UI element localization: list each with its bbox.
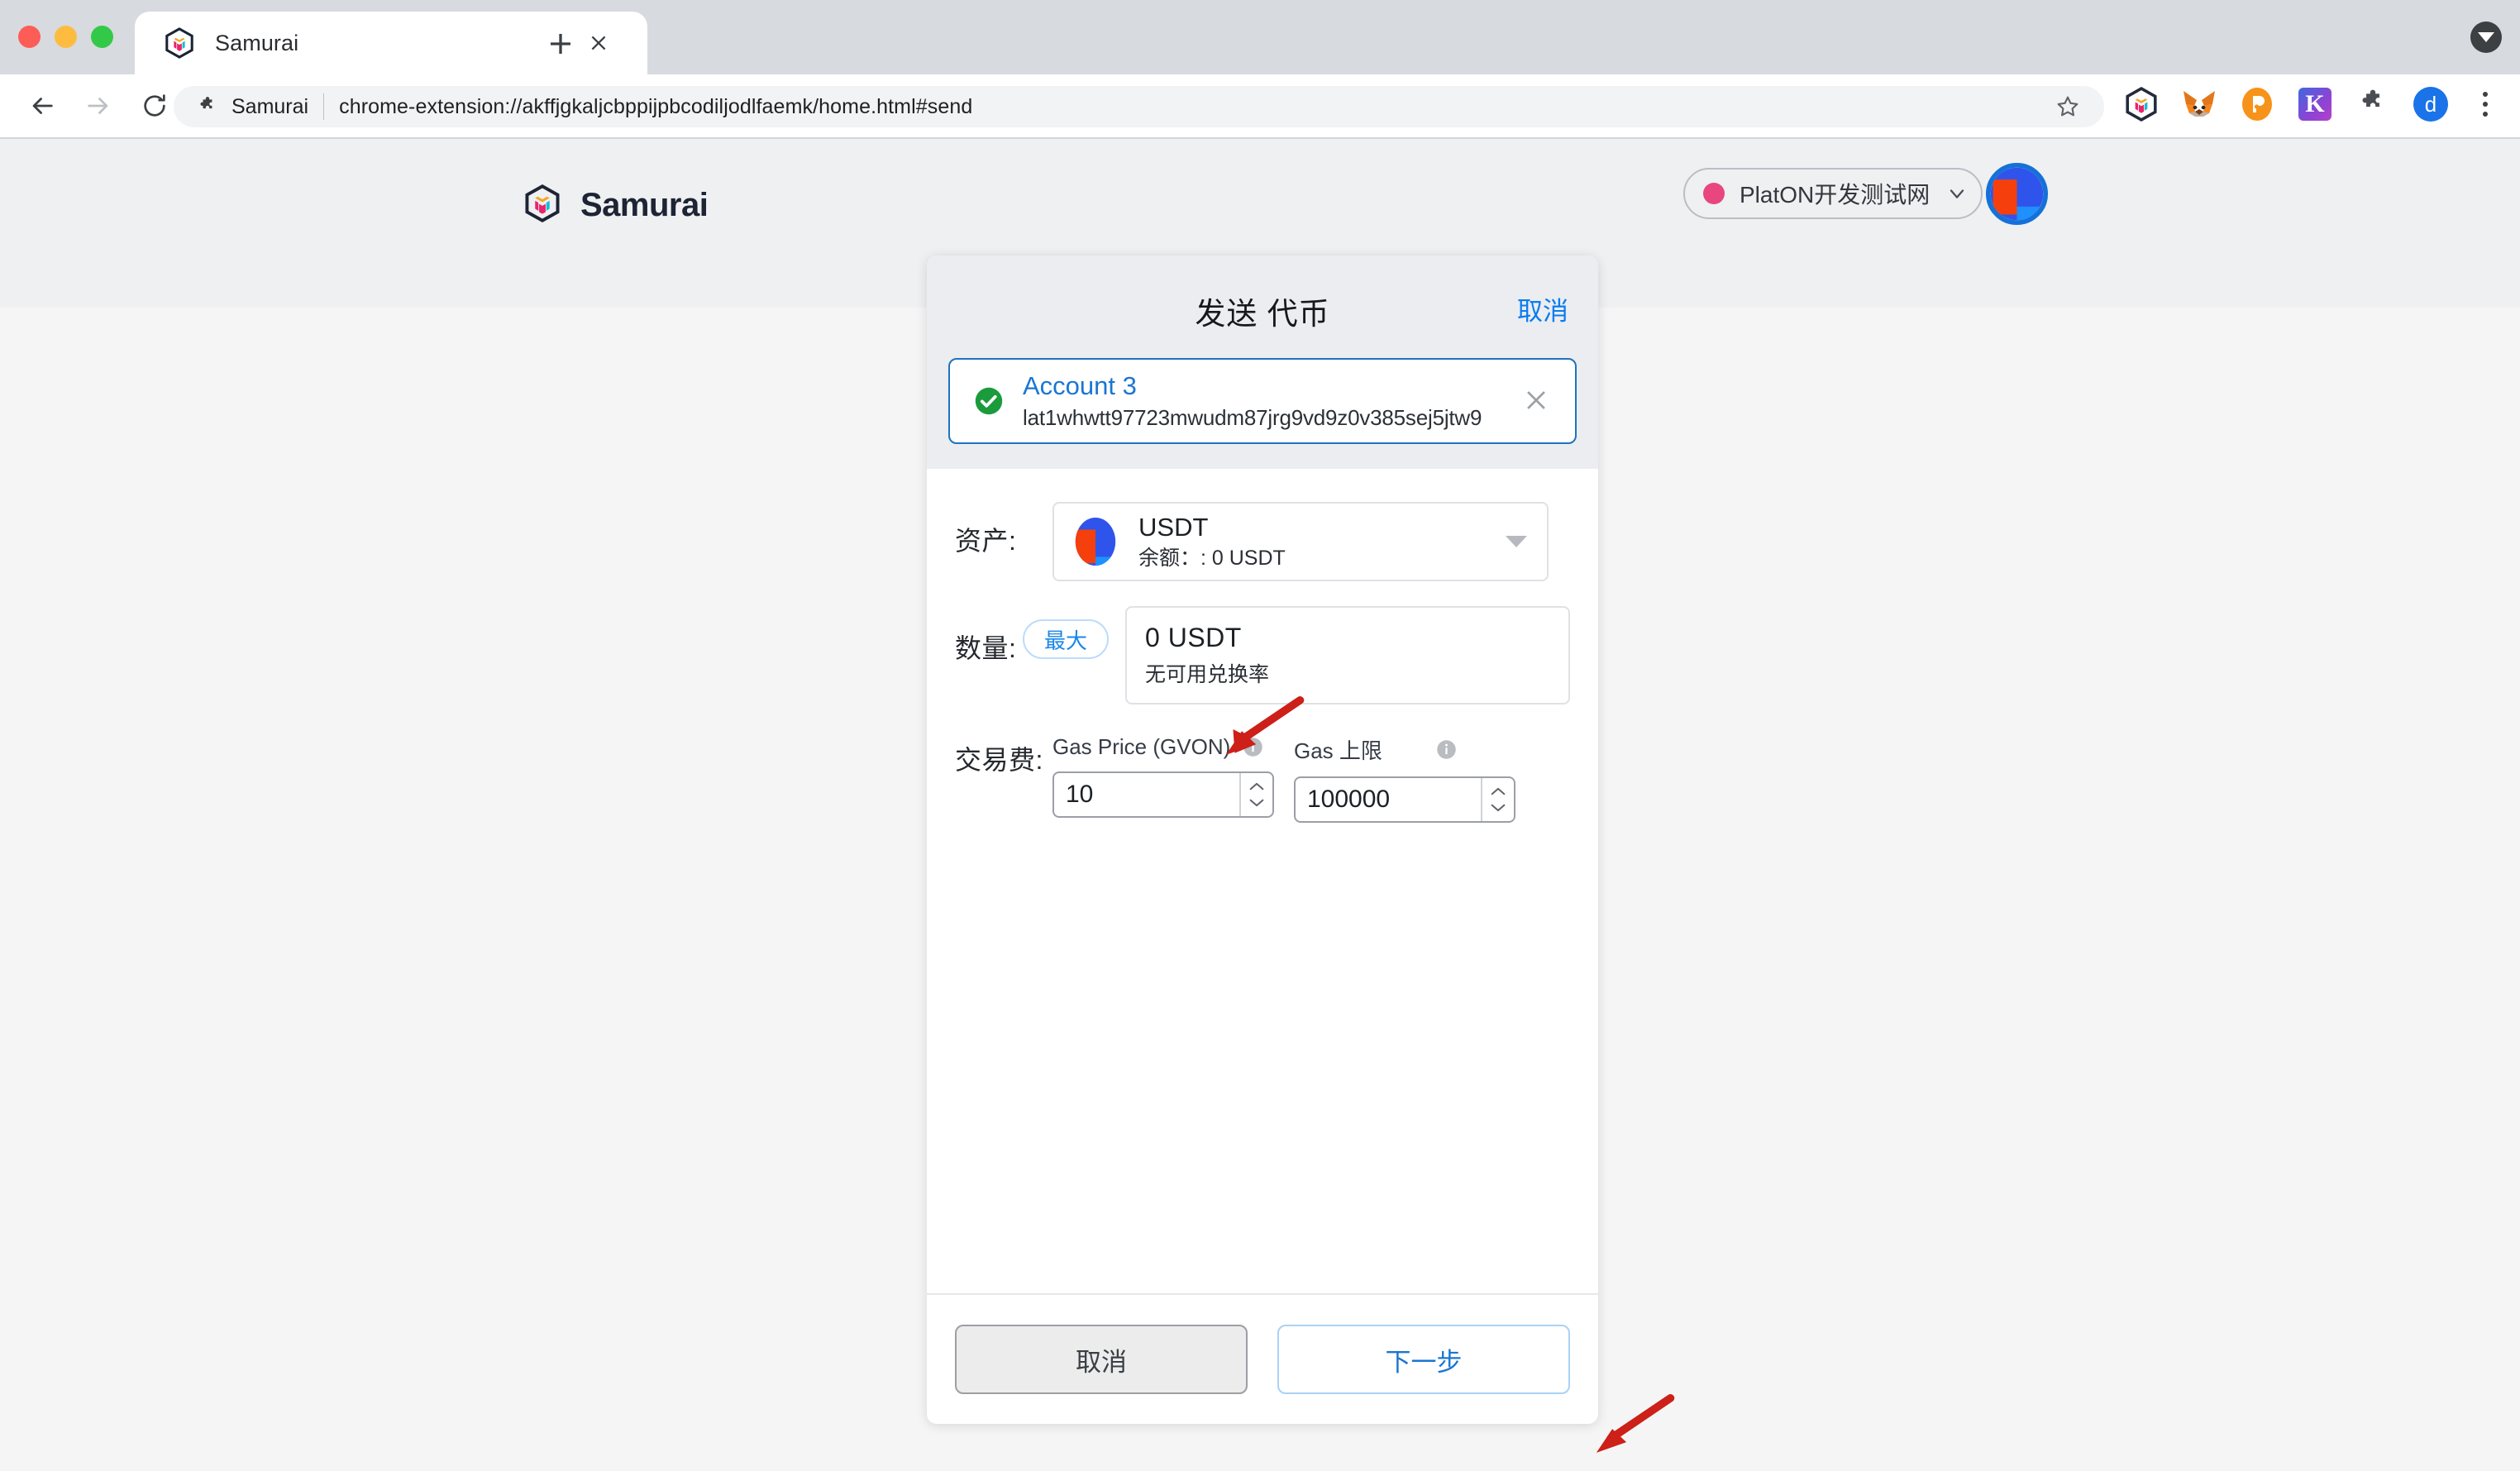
tab-title: Samurai <box>215 30 299 55</box>
dropdown-caret-icon <box>1506 536 1527 547</box>
info-icon[interactable] <box>1435 738 1458 761</box>
gas-price-group: Gas Price (GVON) <box>1052 734 1274 823</box>
samurai-extension-icon[interactable] <box>2123 86 2160 122</box>
network-name: PlatON开发测试网 <box>1740 182 1931 208</box>
samurai-cube-icon <box>164 27 195 59</box>
window-close-button[interactable] <box>18 26 41 48</box>
info-icon[interactable] <box>1242 736 1264 758</box>
amount-label: 数量: <box>955 633 1017 663</box>
recipient-account-name: Account 3 <box>1023 370 1137 400</box>
usdt-identicon <box>1071 517 1120 566</box>
amount-input[interactable]: 0 USDT 无可用兑换率 <box>1125 606 1570 704</box>
kebab-menu-icon[interactable] <box>2470 92 2500 117</box>
bookmark-star-icon[interactable] <box>2055 93 2081 120</box>
asset-info: USDT 余额：: 0 USDT <box>1138 513 1286 571</box>
next-button[interactable]: 下一步 <box>1277 1325 1570 1394</box>
amount-row: 数量: 最大 0 USDT 无可用兑换率 <box>927 606 1598 704</box>
extensions-puzzle-icon[interactable] <box>2355 86 2391 122</box>
gas-price-label: Gas Price (GVON) <box>1052 734 1231 759</box>
amount-conversion-note: 无可用兑换率 <box>1145 663 1270 686</box>
back-arrow-icon[interactable] <box>20 84 64 128</box>
cancel-button[interactable]: 取消 <box>955 1325 1248 1394</box>
browser-tab-strip: Samurai <box>0 0 2520 74</box>
tab-close-icon[interactable] <box>585 29 613 57</box>
forward-arrow-icon <box>76 84 121 128</box>
gas-limit-input-wrapper[interactable] <box>1294 776 1515 823</box>
modal-footer: 取消 下一步 <box>927 1293 1598 1424</box>
browser-toolbar: Samurai chrome-extension://akffjgkaljcbp… <box>0 74 2520 137</box>
gas-limit-label: Gas 上限 <box>1294 738 1382 763</box>
modal-body: 资产: USDT 余额：: 0 USDT 数量: 最大 0 USDT 无可用兑换… <box>927 469 1598 1293</box>
window-traffic-lights <box>18 26 113 48</box>
gas-price-input[interactable] <box>1054 773 1239 816</box>
brand-logo: Samurai <box>523 184 709 227</box>
recipient-account-address: lat1whwtt97723mwudm87jrg9vd9z0v385sej5jt… <box>1023 404 1482 430</box>
metamask-extension-icon[interactable] <box>2181 86 2217 122</box>
gas-price-label-line: Gas Price (GVON) <box>1052 734 1274 760</box>
profile-initial: d <box>2413 87 2448 122</box>
fee-label: 交易费: <box>955 745 1043 775</box>
asset-label: 资产: <box>955 526 1017 556</box>
gas-limit-stepper[interactable] <box>1481 778 1514 821</box>
fee-row: 交易费: Gas Price (GVON) 10 Gas 上限 100000 <box>927 734 1598 823</box>
gas-limit-label-line: Gas 上限 <box>1294 734 1515 765</box>
fee-fields: Gas Price (GVON) 10 Gas 上限 100000 <box>1052 734 1515 823</box>
chevron-down-icon <box>1945 181 1969 206</box>
gas-price-input-wrapper[interactable] <box>1052 771 1274 818</box>
max-amount-button[interactable]: 最大 <box>1023 619 1110 659</box>
modal-header: 发送 代币 取消 Account 3 lat1whwtt97723mwudm87… <box>927 256 1598 469</box>
asset-select[interactable]: USDT 余额：: 0 USDT <box>1052 502 1549 581</box>
reload-icon[interactable] <box>132 84 177 128</box>
keplr-extension-icon[interactable]: K <box>2297 86 2333 122</box>
gas-limit-group: Gas 上限 <box>1294 734 1515 823</box>
samurai-cube-logo <box>523 184 562 227</box>
network-selector[interactable]: PlatON开发测试网 <box>1683 168 1983 219</box>
extension-page: Samurai PlatON开发测试网 发送 代币 取消 Account 3 l… <box>0 139 2520 1453</box>
omnibox-extension-name: Samurai <box>231 94 309 118</box>
keplr-extension-label: K <box>2298 88 2331 121</box>
asset-row: 资产: USDT 余额：: 0 USDT <box>927 502 1598 581</box>
network-status-dot <box>1703 183 1725 204</box>
account-identicon[interactable] <box>1985 162 2049 226</box>
extension-tray: K d <box>2123 86 2500 122</box>
gas-limit-input[interactable] <box>1296 778 1481 821</box>
puzzle-piece-icon <box>197 96 218 117</box>
modal-title: 发送 代币 <box>1195 297 1330 331</box>
window-minimize-button[interactable] <box>55 26 77 48</box>
new-tab-button[interactable] <box>542 25 580 63</box>
check-circle-icon <box>971 384 1006 418</box>
send-token-modal: 发送 代币 取消 Account 3 lat1whwtt97723mwudm87… <box>927 256 1598 1424</box>
recipient-account-texts: Account 3 lat1whwtt97723mwudm87jrg9vd9z0… <box>1023 371 1482 431</box>
modal-cancel-link[interactable]: 取消 <box>1517 290 1568 327</box>
window-maximize-button[interactable] <box>91 26 113 48</box>
chevron-down-circle-icon[interactable] <box>2470 21 2502 53</box>
omnibox-url: chrome-extension://akffjgkaljcbppijpbcod… <box>339 94 973 118</box>
asset-balance: 余额：: 0 USDT <box>1138 546 1286 570</box>
amount-value: 0 USDT <box>1145 623 1242 652</box>
clear-recipient-close-icon[interactable] <box>1522 386 1552 416</box>
recipient-account-card[interactable]: Account 3 lat1whwtt97723mwudm87jrg9vd9z0… <box>948 358 1577 444</box>
gas-price-stepper[interactable] <box>1239 773 1272 816</box>
polkadot-extension-icon[interactable] <box>2239 86 2275 122</box>
profile-avatar[interactable]: d <box>2413 86 2449 122</box>
brand-name: Samurai <box>580 187 709 223</box>
omnibox-divider <box>323 93 325 120</box>
asset-symbol: USDT <box>1138 513 1209 542</box>
address-bar[interactable]: Samurai chrome-extension://akffjgkaljcbp… <box>174 86 2104 127</box>
